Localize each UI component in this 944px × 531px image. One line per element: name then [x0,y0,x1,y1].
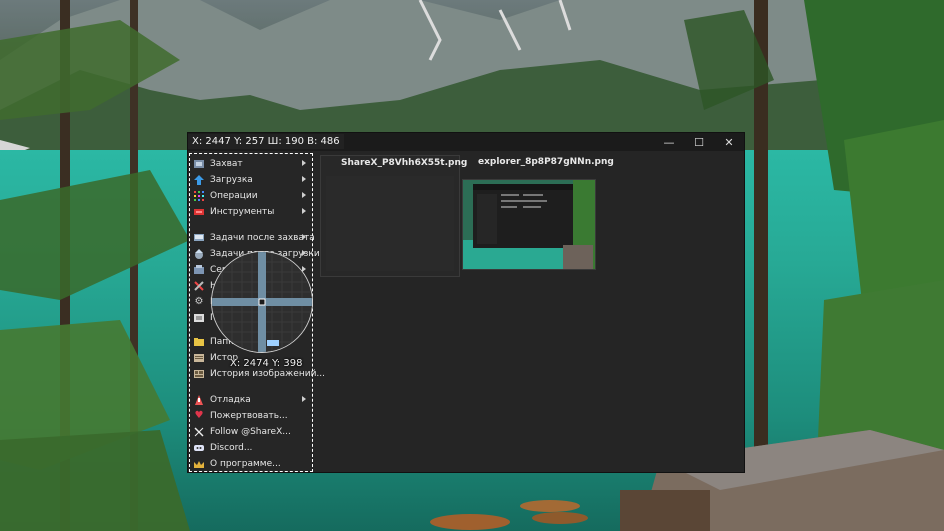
menu-item-label: О программе... [210,459,281,469]
menu-item-donate[interactable]: ♥ Пожертвовать... [189,408,313,424]
submenu-arrow-icon [302,250,306,256]
destinations-icon [194,265,204,275]
close-button[interactable]: ✕ [714,133,744,151]
minimize-button[interactable]: — [654,133,684,151]
upload-icon [194,175,204,185]
selection-info-label: X: 2447 Y: 257 Ш: 190 В: 486 [188,134,344,149]
submenu-arrow-icon [302,234,306,240]
menu-item-label: Пожертвовать... [210,411,288,421]
submenu-arrow-icon [302,160,306,166]
capture-magnifier [211,251,313,353]
after-capture-icon [194,233,204,243]
menu-item-debug[interactable]: Отладка [189,392,313,408]
after-upload-icon [194,249,204,259]
maximize-button[interactable]: ☐ [684,133,714,151]
menu-item-label: Операции [210,191,258,201]
menu-item-about[interactable]: О программе... [189,456,313,472]
submenu-arrow-icon [302,208,306,214]
thumbnail-filename: explorer_8p8P87gNNn.png [478,157,614,167]
submenu-arrow-icon [302,192,306,198]
menu-item-workflows[interactable]: Операции [189,188,313,204]
capture-icon [194,159,204,169]
submenu-arrow-icon [302,176,306,182]
menu-item-follow-x[interactable]: Follow @ShareX... [189,424,313,440]
gear-icon: ⚙ [194,296,204,307]
hotkeys-icon [194,313,204,323]
thumbnail-filename: ShareX_P8Vhh6X55t.png [341,158,468,168]
menu-item-label: Отладка [210,395,251,405]
menu-item-label: Follow @ShareX... [210,427,291,437]
image-history-icon [194,369,204,379]
menu-item-after-capture[interactable]: Задачи после захвата [189,230,315,246]
thumbnail-item[interactable]: ShareX_P8Vhh6X55t.png [320,155,467,277]
history-icon [194,353,204,363]
workflows-icon [194,191,204,201]
x-logo-icon [194,427,204,437]
heart-icon: ♥ [194,410,204,421]
menu-item-discord[interactable]: Discord... [189,440,313,456]
crown-icon [194,459,204,469]
menu-item-upload[interactable]: Загрузка [189,172,313,188]
debug-icon [194,395,204,405]
menu-item-label: История изображений... [210,369,325,379]
thumbnail-image[interactable] [462,179,596,270]
menu-item-capture[interactable]: Захват [189,156,313,172]
submenu-arrow-icon [302,396,306,402]
menu-item-label: Discord... [210,443,253,453]
magnifier-grid [212,252,312,352]
thumbnail-image [326,176,454,271]
wallpaper-boats [430,500,588,530]
menu-item-label: Загрузка [210,175,253,185]
settings-app-icon [194,281,204,291]
cursor-position-label: X: 2474 Y: 398 [230,358,303,369]
menu-item-label: Инструменты [210,207,275,217]
thumbnail-explorer-preview [463,180,595,269]
folder-icon [194,337,204,347]
menu-item-label: Захват [210,159,243,169]
thumbnail-area: ShareX_P8Vhh6X55t.png explorer_8p8P87gNN… [316,151,744,472]
discord-icon [194,443,204,453]
menu-item-label: Задачи после захвата [210,233,315,243]
wallpaper-trees-left [0,0,190,531]
menu-item-tools[interactable]: Инструменты [189,204,313,220]
tools-icon [194,207,204,217]
